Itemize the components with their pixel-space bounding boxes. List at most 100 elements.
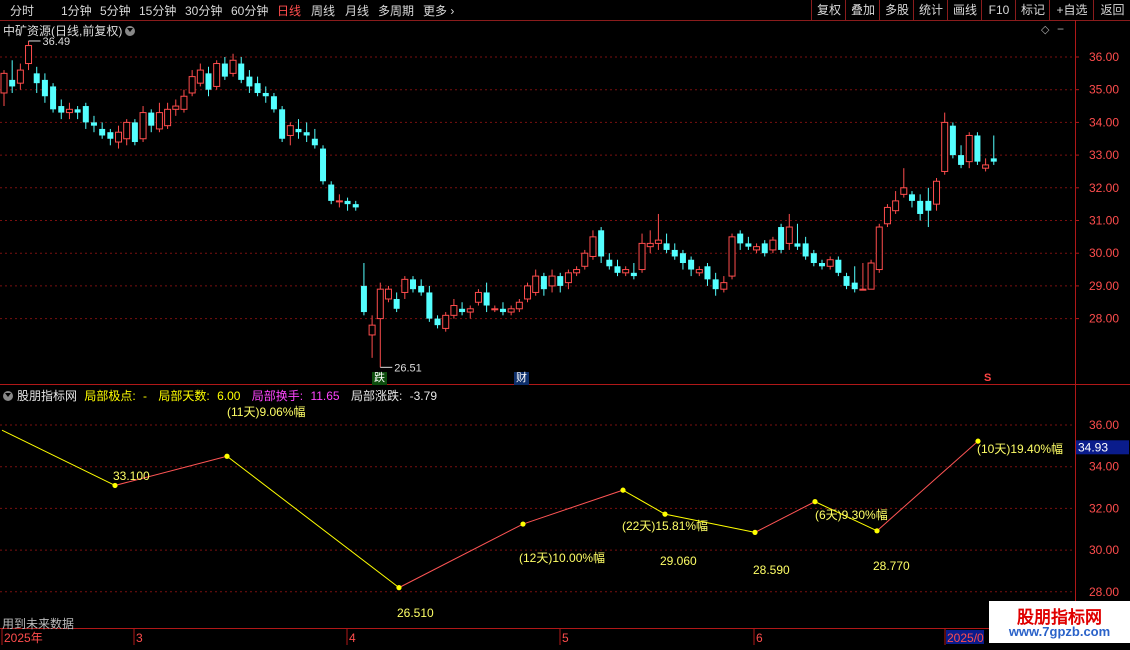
indicator-axis-label: 28.00 [1089,585,1119,599]
candle-body-up [654,239,662,244]
event-finance-mark[interactable]: 财 [514,372,529,385]
dropdown-circle-icon[interactable] [125,26,136,36]
date-highlight [946,630,984,644]
candle-body-down [311,138,318,146]
candle-body-up [785,226,793,244]
toolbar: 分时 1分钟 5分钟 15分钟 30分钟 60分钟 日线 周线 月线 多周期 更… [0,0,1130,21]
candle-body-down [90,122,97,126]
candle-body-down [434,318,441,326]
candle-body-down [58,106,65,113]
candle-body-down [426,292,433,319]
timeframe-5min[interactable]: 5分钟 [100,2,131,19]
candle-body-down [990,158,997,162]
main-axis-label: 36.00 [1089,50,1119,64]
candle-body-down [974,135,981,162]
timeframe-monthly[interactable]: 月线 [345,2,369,19]
zigzag-segment [398,523,524,589]
timeframe-daily[interactable]: 日线 [277,2,301,19]
zigzag-segment [114,455,228,486]
candle-body-down [262,92,269,97]
candle-body-down [557,276,564,286]
candle-body-up [213,63,221,87]
main-axis-label: 31.00 [1089,214,1119,228]
local-change-label: 局部涨跌: -3.79 [350,389,437,403]
timeframe-15min[interactable]: 15分钟 [139,2,176,19]
candle-body-down [745,243,752,247]
indicator-dropdown-icon[interactable] [3,391,13,401]
candle-body-up [900,187,908,195]
timeframe-30min[interactable]: 30分钟 [185,2,222,19]
low-price-label: 26.51 [394,362,422,374]
stats-button[interactable]: 统计 [913,0,948,20]
draw-line-button[interactable]: 画线 [947,0,982,20]
candle-body-down [835,259,842,273]
zigzag-label: 26.510 [397,606,434,620]
candle-body-down [279,109,286,139]
event-drop-mark[interactable]: 跌 [372,372,387,385]
candle-body-up [646,242,654,248]
candle-body-up [123,121,131,140]
candle-body-up [450,305,458,316]
candle-body-down [418,285,425,293]
zigzag-label: 33.100 [113,469,150,483]
date-label: 6 [756,631,763,645]
timeframe-weekly[interactable]: 周线 [311,2,335,19]
timeframe-60min[interactable]: 60分钟 [231,2,268,19]
diamond-icon[interactable]: ◇ [1041,23,1049,36]
candle-body-up [0,72,8,94]
candle-body-up [25,45,33,65]
zigzag-label: 29.060 [660,554,697,568]
zigzag-label: (10天)19.40%幅 [977,441,1063,456]
zigzag-point [874,528,880,534]
candle-body-down [810,253,817,264]
candle-body-up [507,308,515,313]
timeframe-1min[interactable]: 1分钟 [61,2,92,19]
candle-body-down [925,200,932,211]
candle-body-up [196,69,204,84]
candle-body-down [688,259,695,270]
fuquan-button[interactable]: 复权 [811,0,846,20]
main-axis-label: 30.00 [1089,246,1119,260]
zigzag-point [396,585,402,591]
candle-body-down [270,96,277,110]
zigzag-label: 28.770 [873,559,910,573]
indicator-axis-label: 30.00 [1089,543,1119,557]
candle-body-up [883,206,891,225]
candle-body-down [393,298,400,309]
zigzag-segment [522,489,624,525]
zigzag-label: (22天)15.81%幅 [622,518,708,533]
zigzag-segment [1,429,116,486]
timeframe-multi[interactable]: 多周期 [378,2,414,19]
watermark-url: www.7gpzb.com [1008,624,1111,639]
main-axis-label: 33.00 [1089,148,1119,162]
candle-body-down [254,83,261,93]
candle-body-up [335,200,343,203]
chevron-right-icon: › [447,4,455,18]
candle-body-down [459,308,466,313]
back-button[interactable]: 返回 [1093,0,1130,20]
multi-stock-button[interactable]: 多股 [879,0,914,20]
event-s-mark[interactable]: S [982,372,993,385]
overlay-button[interactable]: 叠加 [845,0,880,20]
timeframe-more[interactable]: 更多 › [423,2,454,19]
main-axis-label: 34.00 [1089,115,1119,129]
timeframe-fenshi[interactable]: 分时 [10,2,34,19]
main-axis-label: 32.00 [1089,181,1119,195]
candle-body-down [737,233,744,244]
candle-body-up [442,314,450,329]
candle-body-up [188,76,196,94]
chart-canvas: 36.00 35.00 34.00 33.00 32.00 31.00 30.00 29.00… [0,20,1130,645]
add-favorite-button[interactable]: +自选 [1049,0,1094,20]
candle-body-down [614,266,621,273]
candle-body-down [606,259,613,267]
date-label: 5 [562,631,569,645]
candle-body-down [630,272,637,277]
indicator-axis-label: 34.00 [1089,460,1119,474]
minus-icon[interactable]: − [1057,22,1064,36]
date-label: 4 [349,631,356,645]
local-turnover-label: 局部换手: 11.65 [251,389,340,403]
mark-button[interactable]: 标记 [1015,0,1050,20]
zigzag-segment [622,489,666,515]
zigzag-point [662,511,668,517]
f10-button[interactable]: F10 [981,0,1016,20]
